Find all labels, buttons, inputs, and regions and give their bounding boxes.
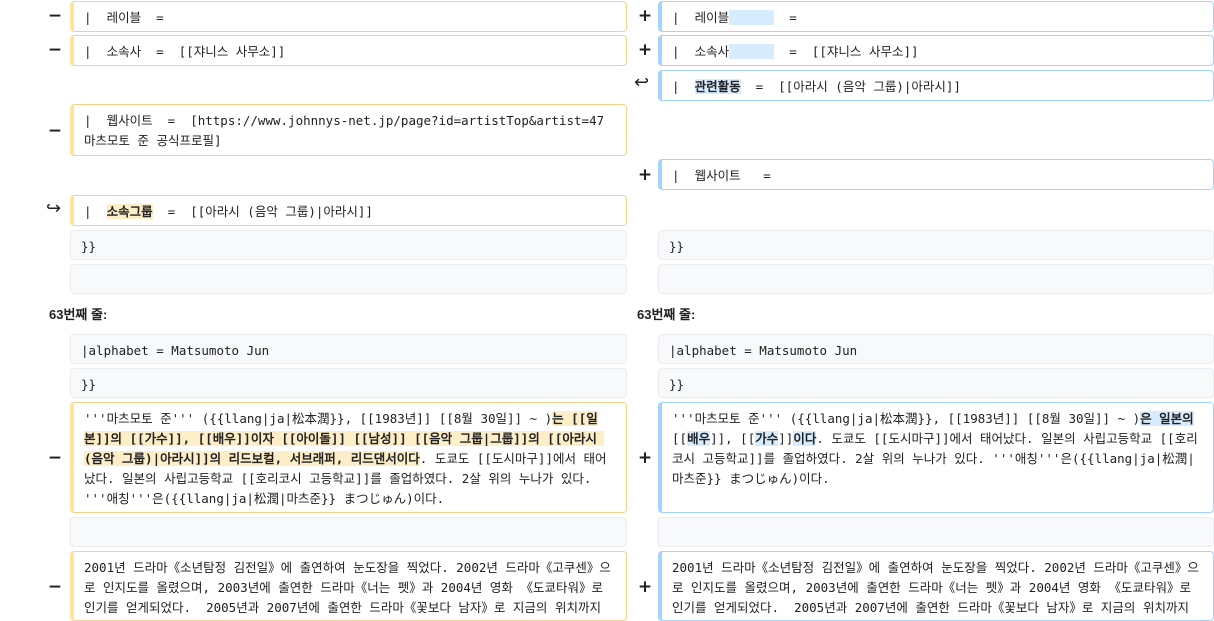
diff-context-line: }}	[658, 368, 1214, 398]
line-text: 2001년 드라마《소년탐정 김전일》에 출연하여 눈도장을 찍었다. 2002…	[672, 560, 1199, 615]
diff-deleted-line: | 소속그룹 = [[아라시 (음악 그룹)|아라시]]	[70, 195, 627, 226]
diff-context-line	[658, 264, 1214, 294]
diff-deleted-line: | 소속사 = [[쟈니스 사무소]]	[70, 35, 627, 66]
diff-context-line	[70, 264, 627, 294]
line-text: '''마츠모토 준''' ({{llang|ja|松本潤}}, [[1983년]…	[84, 411, 553, 426]
diff-added-line: | 관련활동 = [[아라시 (음악 그룹)|아라시]]	[658, 70, 1214, 101]
diff-added-line: '''마츠모토 준''' ({{llang|ja|松本潤}}, [[1983년]…	[658, 402, 1214, 513]
line-text: |	[84, 204, 107, 219]
added-line-marker: +	[637, 577, 653, 597]
changed-text: 관련활동	[694, 79, 741, 94]
changed-text: 은 일본의	[1140, 411, 1194, 426]
moved-paragraph-target-icon[interactable]: ↩	[634, 72, 649, 93]
changed-text: 이다	[793, 431, 817, 446]
diff-deleted-line: | 레이블 =	[70, 1, 627, 32]
removed-line-marker: −	[47, 577, 63, 597]
removed-line-marker: −	[47, 40, 63, 60]
line-text: ]], [[	[710, 431, 756, 446]
added-line-marker: +	[637, 165, 653, 185]
diff-context-line: }}	[70, 368, 627, 398]
line-text: |alphabet = Matsumoto Jun	[669, 343, 858, 358]
line-text: | 소속사 = [[쟈니스 사무소]]	[84, 44, 286, 59]
line-text: |	[672, 79, 695, 94]
line-text: =	[774, 10, 797, 25]
line-number-header-right: 63번째 줄:	[637, 307, 696, 322]
diff-added-line: | 소속사 = [[쟈니스 사무소]]	[658, 35, 1214, 66]
changed-text: 배우	[687, 431, 711, 446]
line-text: = [[쟈니스 사무소]]	[774, 44, 919, 59]
line-text: | 웹사이트 =	[672, 168, 771, 183]
removed-line-marker: −	[47, 448, 63, 468]
diff-deleted-line: 2001년 드라마《소년탐정 김전일》에 출연하여 눈도장을 찍었다. 2002…	[70, 551, 627, 621]
line-text: ]]	[778, 431, 794, 446]
diff-added-line: | 웹사이트 =	[658, 159, 1214, 190]
line-text: }}	[669, 239, 685, 254]
line-text: | 소속사	[672, 44, 730, 59]
changed-text: 소속그룹	[106, 204, 153, 219]
line-text: | 레이블	[672, 10, 730, 25]
line-number-header-left: 63번째 줄:	[49, 307, 108, 322]
added-line-marker: +	[637, 40, 653, 60]
removed-line-marker: −	[47, 121, 63, 141]
line-text: }}	[81, 239, 97, 254]
diff-context-line: }}	[70, 230, 627, 260]
line-text: | 웹사이트 = [https://www.johnnys-net.jp/pag…	[84, 113, 612, 148]
diff-context-line: }}	[658, 230, 1214, 260]
added-line-marker: +	[637, 6, 653, 26]
line-text: | 레이블 =	[84, 10, 164, 25]
diff-context-line	[70, 517, 627, 547]
line-text: = [[아라시 (음악 그룹)|아라시]]	[740, 79, 961, 94]
diff-added-line: | 레이블 =	[658, 1, 1214, 32]
line-text: }}	[669, 377, 685, 392]
line-text: |alphabet = Matsumoto Jun	[81, 343, 270, 358]
moved-paragraph-source-icon[interactable]: ↪	[46, 198, 61, 219]
diff-deleted-line: '''마츠모토 준''' ({{llang|ja|松本潤}}, [[1983년]…	[70, 402, 627, 513]
diff-deleted-line: | 웹사이트 = [https://www.johnnys-net.jp/pag…	[70, 104, 627, 156]
diff-context-line	[658, 517, 1214, 547]
changed-text: 가수	[755, 431, 779, 446]
diff-context-line: |alphabet = Matsumoto Jun	[658, 334, 1214, 364]
diff-added-line: 2001년 드라마《소년탐정 김전일》에 출연하여 눈도장을 찍었다. 2002…	[658, 551, 1214, 621]
added-line-marker: +	[637, 448, 653, 468]
line-text: }}	[81, 377, 97, 392]
removed-line-marker: −	[47, 6, 63, 26]
line-text: = [[아라시 (음악 그룹)|아라시]]	[152, 204, 373, 219]
line-text: 2001년 드라마《소년탐정 김전일》에 출연하여 눈도장을 찍었다. 2002…	[84, 560, 611, 615]
diff-context-line: |alphabet = Matsumoto Jun	[70, 334, 627, 364]
line-text: '''마츠모토 준''' ({{llang|ja|松本潤}}, [[1983년]…	[672, 411, 1141, 426]
